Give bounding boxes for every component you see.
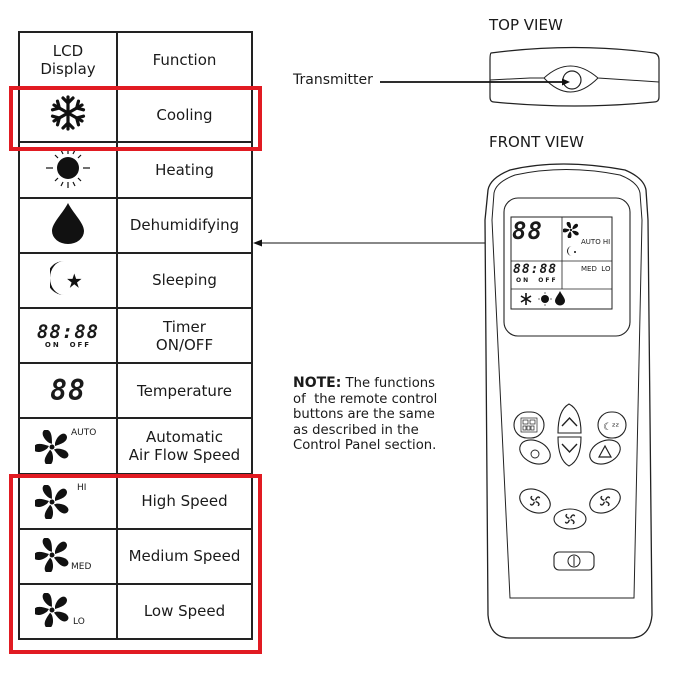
fan-blade (566, 222, 571, 229)
fan-blade (44, 449, 54, 464)
function-label-line2: Air Flow Speed (128, 445, 241, 464)
fan-hub (49, 444, 55, 450)
lcd-cell: 88 (18, 362, 118, 420)
note-text: NOTE: The functions of the remote contro… (293, 375, 438, 454)
fan-auto-icon (35, 429, 69, 464)
timer-digits: 88:88 (36, 320, 100, 343)
table-row: Sleeping (18, 251, 253, 309)
table-row: AUTO Automatic Air Flow Speed (18, 417, 253, 475)
remote-timer-labels: ON OFF (516, 277, 558, 284)
fan-blade (42, 429, 52, 444)
remote-timer-digits: 88:88 (513, 262, 558, 277)
moon-star-icon (47, 261, 82, 296)
function-label: Temperature (116, 362, 253, 420)
fan-speed-center-button[interactable] (553, 508, 587, 530)
sleep-icon: ☾ᶻᶻ (603, 422, 620, 433)
note-line: buttons are the same (293, 407, 435, 423)
table-row: 88:88 ON OFF Timer ON/OFF (18, 306, 253, 365)
table-header-row: LCD Display Function (18, 30, 253, 89)
mode-button[interactable] (513, 411, 545, 439)
lcd-cell: 88:88 ON OFF (18, 306, 118, 365)
fan-hub (569, 228, 573, 232)
remote-front-view: ☾ᶻᶻ (484, 163, 653, 639)
note-line: as described in the (293, 422, 419, 438)
function-label-line2: ON/OFF (155, 335, 214, 354)
header-function: Function (116, 30, 253, 89)
note-line: The functions (341, 376, 435, 391)
function-label: Dehumidifying (116, 196, 253, 254)
fan-blade (55, 433, 67, 446)
remote-temp-digits: 88 (512, 217, 543, 245)
fan-blade (567, 231, 572, 238)
function-label-line1: Timer (163, 317, 206, 336)
front-view-label: FRONT VIEW (489, 133, 585, 151)
function-label: Automatic Air Flow Speed (116, 417, 253, 475)
fan-blade (571, 230, 579, 236)
remote-fan-icon (563, 222, 579, 238)
remote-fan-labels: AUTO HI MED LO (581, 220, 610, 283)
fan-blade (572, 223, 579, 230)
lcd-cell: AUTO (18, 417, 118, 475)
function-label: Timer ON/OFF (116, 306, 253, 365)
transmitter-label: Transmitter (293, 72, 373, 88)
header-lcd-display: LCD Display (18, 30, 118, 89)
table-row: 88 Temperature (18, 362, 253, 420)
fan-blade (53, 448, 69, 459)
highlight-box-fan-speeds (9, 474, 262, 654)
table-row: Dehumidifying (18, 196, 253, 254)
timer-on-off-labels: ON OFF (44, 340, 92, 349)
timer-display-icon: 88:88 ON OFF (20, 320, 116, 349)
remote-top-view (380, 46, 660, 107)
water-drop-icon (52, 203, 84, 245)
lcd-cell (18, 196, 118, 254)
remote-fan-label-line2: MED LO (581, 265, 611, 273)
header-lcd-line2: Display (40, 59, 96, 78)
function-label-line1: Automatic (146, 427, 223, 446)
note-line: of the remote control (293, 391, 438, 407)
note-line: Control Panel section. (293, 438, 437, 454)
sun-icon (46, 147, 90, 188)
transmitter-icon (562, 70, 582, 90)
fan-blade (563, 228, 570, 233)
header-lcd-line1: LCD (52, 41, 84, 60)
fan-mode-label: AUTO (71, 427, 97, 438)
top-view-label: TOP VIEW (489, 16, 563, 34)
remote-fan-label-line1: AUTO HI (581, 238, 611, 246)
fan-blade (35, 443, 49, 452)
lcd-cell (18, 251, 118, 309)
function-label: Sleeping (116, 251, 253, 309)
note-prefix: NOTE: (293, 375, 342, 391)
temperature-digits-icon: 88 (50, 374, 86, 408)
highlight-box-cooling (9, 86, 262, 151)
